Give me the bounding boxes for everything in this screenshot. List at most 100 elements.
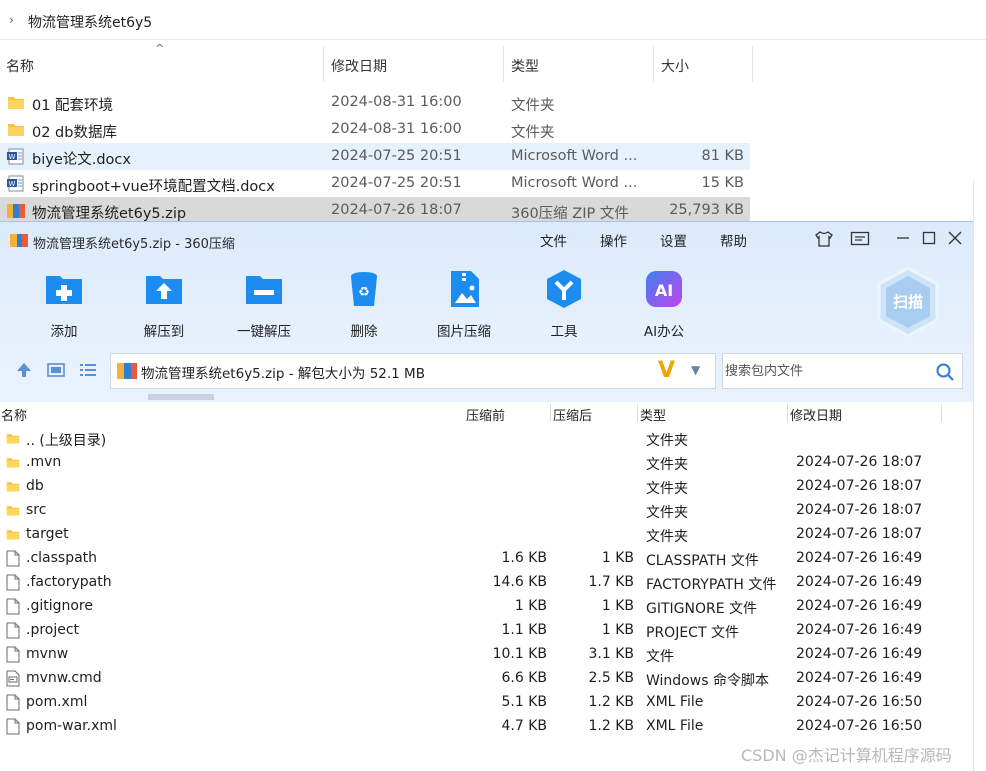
file-icon <box>6 718 20 735</box>
entry-size-before: 5.1 KB <box>501 694 548 710</box>
column-divider[interactable] <box>503 46 504 82</box>
menu-help[interactable]: 帮助 <box>720 230 747 250</box>
up-arrow-icon[interactable] <box>14 360 34 380</box>
archive-entry-row[interactable]: .. (上级目录) 文件夹 <box>0 427 973 451</box>
archive-entry-row[interactable]: pom-war.xml 4.7 KB 1.2 KB XML File 2024-07-2… <box>0 715 973 739</box>
col-type[interactable]: 类型 <box>640 405 666 424</box>
extract-to-button[interactable]: 解压到 <box>124 268 204 340</box>
entry-size-after: 1.2 KB <box>588 718 635 734</box>
entry-name: mvnw <box>26 646 69 662</box>
image-compress-button[interactable]: 图片压缩 <box>424 268 504 340</box>
column-divider[interactable] <box>323 46 324 82</box>
entry-name: pom.xml <box>26 694 88 710</box>
feedback-icon[interactable] <box>850 231 870 247</box>
column-type[interactable]: 类型 <box>511 56 539 76</box>
archive-entry-row[interactable]: target 文件夹 2024-07-26 18:07 <box>0 523 973 547</box>
archive-entry-row[interactable]: src 文件夹 2024-07-26 18:07 <box>0 499 973 523</box>
horizontal-scrollbar[interactable] <box>148 394 214 400</box>
menu-operation[interactable]: 操作 <box>600 230 627 250</box>
column-name[interactable]: 名称 <box>6 56 34 76</box>
entry-name: db <box>26 478 44 494</box>
archive-path: 物流管理系统et6y5.zip - 解包大小为 52.1 MB <box>141 366 425 382</box>
zip-window: 物流管理系统et6y5.zip - 360压缩 文件 操作 设置 帮助 添加 解… <box>0 221 973 771</box>
breadcrumb-folder[interactable]: 物流管理系统et6y5 <box>28 12 152 32</box>
column-divider[interactable] <box>550 404 551 422</box>
entry-type: PROJECT 文件 <box>646 625 739 641</box>
explorer-file-row[interactable]: 01 配套环境 2024-08-31 16:00 文件夹 <box>0 89 750 116</box>
one-click-extract-button[interactable]: 一键解压 <box>224 268 304 340</box>
zip-toolbar-area: 物流管理系统et6y5.zip - 360压缩 文件 操作 设置 帮助 添加 解… <box>0 222 973 402</box>
archive-entry-row[interactable]: .factorypath 14.6 KB 1.7 KB FACTORYPATH 文件 2… <box>0 571 973 595</box>
search-box[interactable] <box>722 353 963 389</box>
column-divider[interactable] <box>941 404 942 422</box>
archive-column-header: 名称 压缩前 压缩后 类型 修改日期 <box>0 402 973 424</box>
ai-office-icon: AI <box>646 271 682 307</box>
vertical-scrollbar[interactable] <box>973 180 986 771</box>
archive-entry-row[interactable]: .classpath 1.6 KB 1 KB CLASSPATH 文件 2024-07-… <box>0 547 973 571</box>
column-size[interactable]: 大小 <box>661 56 689 76</box>
entry-date: 2024-07-26 18:07 <box>796 454 923 470</box>
zip-archive-icon <box>7 202 25 219</box>
maximize-icon[interactable] <box>922 231 936 245</box>
chevron-right-icon[interactable]: › <box>9 13 14 27</box>
address-bar[interactable]: 物流管理系统et6y5.zip - 解包大小为 52.1 MB V ▼ <box>110 353 716 389</box>
explorer-file-row[interactable]: 02 db数据库 2024-08-31 16:00 文件夹 <box>0 116 750 143</box>
add-button[interactable]: 添加 <box>24 268 104 340</box>
column-divider[interactable] <box>752 46 753 82</box>
delete-button[interactable]: ♻ 删除 <box>324 268 404 340</box>
column-date[interactable]: 修改日期 <box>331 56 387 76</box>
file-name: biye论文.docx <box>32 152 131 168</box>
thumbnail-view-icon[interactable] <box>46 360 66 380</box>
explorer-file-row[interactable]: 物流管理系统et6y5.zip 2024-07-26 18:07 360压缩 ZIP… <box>0 197 750 224</box>
column-divider[interactable] <box>637 404 638 422</box>
entry-size-before: 14.6 KB <box>492 574 547 590</box>
chevron-down-icon[interactable]: ▼ <box>691 363 700 377</box>
svg-text:AI: AI <box>655 281 673 300</box>
watermark: CSDN @杰记计算机程序源码 <box>741 746 952 765</box>
entry-date: 2024-07-26 16:49 <box>796 622 923 638</box>
file-icon <box>6 550 20 567</box>
col-modified[interactable]: 修改日期 <box>790 405 842 424</box>
menu-settings[interactable]: 设置 <box>660 230 687 250</box>
skin-icon[interactable] <box>814 230 834 248</box>
explorer-file-row[interactable]: Wbiye论文.docx 2024-07-25 20:51 Microsoft Wo… <box>0 143 750 170</box>
close-icon[interactable] <box>948 231 962 245</box>
archive-entry-row[interactable]: pom.xml 5.1 KB 1.2 KB XML File 2024-07-26 16… <box>0 691 973 715</box>
archive-entry-row[interactable]: .project 1.1 KB 1 KB PROJECT 文件 2024-07-26 1… <box>0 619 973 643</box>
folder-icon <box>7 121 25 138</box>
entry-type: XML File <box>646 694 704 710</box>
entry-type: 文件夹 <box>646 433 688 449</box>
search-input[interactable] <box>725 360 925 382</box>
minimize-icon[interactable] <box>896 231 910 245</box>
menu-file[interactable]: 文件 <box>540 230 567 250</box>
column-divider[interactable] <box>787 404 788 422</box>
archive-entry-row[interactable]: db 文件夹 2024-07-26 18:07 <box>0 475 973 499</box>
explorer-file-row[interactable]: Wspringboot+vue环境配置文档.docx 2024-07-25 20:… <box>0 170 750 197</box>
archive-entry-row[interactable]: .gitignore 1 KB 1 KB GITIGNORE 文件 2024-07-26… <box>0 595 973 619</box>
archive-entry-row[interactable]: .mvn 文件夹 2024-07-26 18:07 <box>0 451 973 475</box>
search-icon[interactable] <box>935 362 955 382</box>
entry-name: .. (上级目录) <box>26 433 107 449</box>
file-size: 81 KB <box>701 148 744 164</box>
entry-name: .factorypath <box>26 574 112 590</box>
column-divider[interactable] <box>653 46 654 82</box>
tools-button[interactable]: 工具 <box>524 268 604 340</box>
zip-app-icon <box>10 234 28 247</box>
folder-icon <box>6 478 20 495</box>
entry-date: 2024-07-26 18:07 <box>796 526 923 542</box>
svg-text:♻: ♻ <box>358 285 370 300</box>
col-compressed-after[interactable]: 压缩后 <box>553 405 592 424</box>
archive-entry-row[interactable]: mvnw 10.1 KB 3.1 KB 文件 2024-07-26 16:49 <box>0 643 973 667</box>
scan-button[interactable]: 扫描 <box>876 266 940 338</box>
folder-icon <box>6 430 20 447</box>
col-name[interactable]: 名称 <box>1 405 27 424</box>
entry-size-before: 4.7 KB <box>501 718 548 734</box>
vip-v-icon[interactable]: V <box>658 358 675 383</box>
ai-office-button[interactable]: AI AI办公 <box>624 268 704 340</box>
file-icon <box>6 646 20 663</box>
archive-entry-row[interactable]: mvnw.cmd 6.6 KB 2.5 KB Windows 命令脚本 2024-07-… <box>0 667 973 691</box>
list-view-icon[interactable] <box>78 360 98 380</box>
col-compressed-before[interactable]: 压缩前 <box>466 405 505 424</box>
entry-date: 2024-07-26 16:50 <box>796 718 923 734</box>
entry-type: FACTORYPATH 文件 <box>646 577 777 593</box>
